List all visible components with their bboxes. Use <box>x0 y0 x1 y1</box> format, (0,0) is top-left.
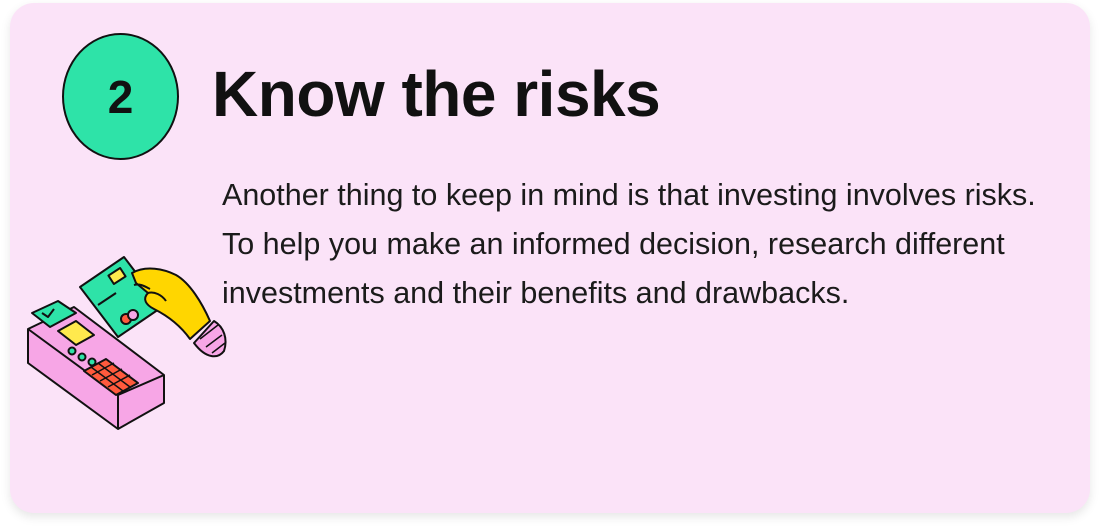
step-number: 2 <box>107 70 134 123</box>
info-card: 2 Know the risks Another thing to keep i… <box>10 3 1090 513</box>
card-body-text: Another thing to keep in mind is that in… <box>222 178 1036 310</box>
step-number-badge: 2 <box>62 33 179 160</box>
card-title: Know the risks <box>212 58 661 130</box>
card-payment-terminal-icon <box>27 256 227 430</box>
